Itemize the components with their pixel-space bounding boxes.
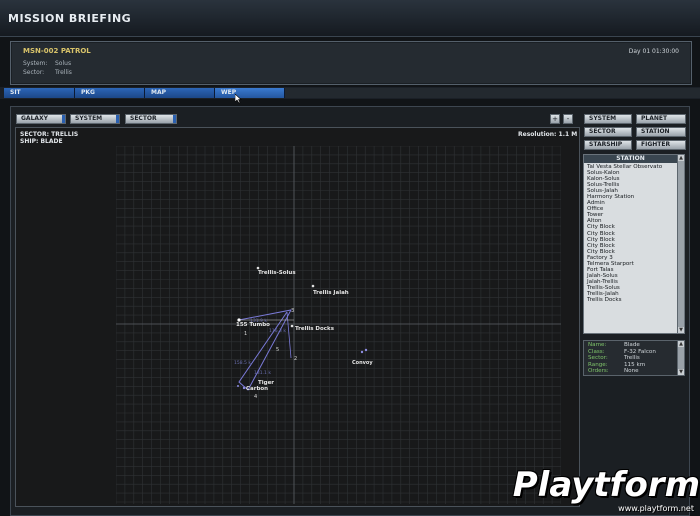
filter-system-button[interactable]: SYSTEM — [584, 114, 632, 124]
filter-sector-button[interactable]: SECTOR — [584, 127, 632, 137]
scroll-down-icon[interactable]: ▼ — [678, 369, 684, 375]
filter-system-label: SYSTEM — [589, 115, 617, 122]
system-value: Solus — [55, 60, 72, 67]
scroll-up-icon[interactable]: ▲ — [678, 341, 684, 347]
station-list[interactable]: STATION Tal Vesta Stellar Observato Solus… — [583, 154, 685, 334]
ship-sector-value: Trellis — [624, 355, 640, 361]
tab-strip: SIT PKG MAP WEP — [0, 87, 700, 104]
filter-station-label: STATION — [641, 128, 670, 135]
ship-orders-value: None — [624, 368, 639, 374]
tab-pkg[interactable]: PKG — [75, 88, 145, 98]
leg-distance-2: 116.3 k — [269, 328, 286, 334]
leg-distance-3: 158.5 k — [234, 360, 251, 366]
navpoint-label-3: 3 — [291, 308, 294, 314]
filter-station-button[interactable]: STATION — [636, 127, 686, 137]
label-carbon: Carbon — [246, 386, 268, 392]
mission-name: MSN-002 PATROL — [23, 47, 91, 55]
watermark-logo: Playtform — [512, 465, 700, 505]
system-label: System: — [23, 60, 48, 67]
ship-range-value: 115 km — [624, 361, 646, 368]
zoom-out-button[interactable]: - — [563, 114, 573, 124]
scroll-down-icon[interactable]: ▼ — [678, 327, 684, 333]
ship-info-row: Sector: Trellis — [584, 355, 684, 361]
map-resolution: Resolution: 1.1 M — [518, 131, 578, 138]
galaxy-button[interactable]: GALAXY — [16, 114, 66, 124]
label-trellis-docks: Trellis Docks — [295, 326, 335, 332]
map-ship-readout: SHIP: BLADE — [20, 138, 63, 145]
filter-planet-button[interactable]: PLANET — [636, 114, 686, 124]
ship-info-row: Range: 115 km — [584, 362, 684, 368]
station-list-items: Tal Vesta Stellar Observato Solus-Kalon Ka… — [584, 163, 677, 303]
filter-planet-label: PLANET — [641, 115, 668, 122]
filter-starship-label: STARSHIP — [589, 141, 623, 148]
ship-info-row: Name: Blade — [584, 342, 684, 348]
map-sector-readout: SECTOR: TRELLIS — [20, 131, 79, 138]
station-marker-trellis-jalah[interactable] — [311, 284, 315, 288]
galaxy-marker — [62, 115, 65, 123]
tab-strip-fill — [285, 88, 700, 98]
ship-info-row: Orders: None — [584, 368, 684, 374]
sector-value: Trellis — [55, 69, 72, 76]
label-contacts: Convoy — [352, 360, 373, 366]
contact-marker[interactable] — [237, 385, 239, 387]
window-title: MISSION BRIEFING — [8, 12, 132, 25]
tab-sit[interactable]: SIT — [4, 88, 75, 98]
leg-distance-1: 131.9 k — [250, 318, 267, 324]
sector-button[interactable]: SECTOR — [125, 114, 177, 124]
ship-range-label: Range: — [588, 361, 608, 368]
sector-label: Sector: — [23, 69, 45, 76]
ship-info-panel: Name: Blade Class: F-32 Falcon Sector: Trel… — [583, 340, 685, 376]
sector-map[interactable]: Trellis-Solus Trellis Jalah Trellis Dock… — [116, 146, 561, 504]
scroll-up-icon[interactable]: ▲ — [678, 155, 684, 161]
ship-sector-label: Sector: — [588, 355, 608, 361]
navpoint-label-1: 1 — [244, 331, 247, 337]
sector-marker — [173, 115, 176, 123]
filter-starship-button[interactable]: STARSHIP — [584, 140, 632, 150]
filter-sector-label: SECTOR — [589, 128, 616, 135]
navpoint-label-2: 2 — [294, 356, 297, 362]
map-grid — [116, 146, 561, 504]
contact-marker[interactable] — [242, 386, 246, 390]
mission-header: MSN-002 PATROL System: Solus Sector: Tre… — [10, 41, 692, 85]
station-list-scrollbar[interactable]: ▲ ▼ — [677, 155, 684, 333]
tab-map[interactable]: MAP — [145, 88, 215, 98]
ship-orders-label: Orders: — [588, 368, 609, 374]
ship-info-row: Class: F-32 Falcon — [584, 349, 684, 355]
nav-route-branch — [286, 311, 292, 359]
title-bar: MISSION BRIEFING — [0, 0, 700, 37]
system-button[interactable]: SYSTEM — [70, 114, 120, 124]
station-list-header: STATION — [584, 155, 677, 163]
filter-fighter-label: FIGHTER — [641, 141, 671, 148]
mission-clock: Day 01 01:30:00 — [628, 48, 679, 55]
sector-button-label: SECTOR — [130, 115, 157, 122]
system-marker — [116, 115, 119, 123]
ship-name-label: Name: — [588, 342, 607, 348]
ship-info-scrollbar[interactable]: ▲ ▼ — [677, 341, 684, 375]
galaxy-button-label: GALAXY — [21, 115, 49, 122]
station-marker-trellis-docks[interactable] — [290, 324, 294, 328]
label-trellis-jalah: Trellis Jalah — [313, 290, 349, 296]
contact-marker[interactable] — [360, 350, 364, 354]
zoom-in-button[interactable]: + — [550, 114, 560, 124]
ship-name-value: Blade — [624, 342, 640, 348]
navpoint-label-4: 4 — [254, 394, 257, 400]
station-marker-trellis-solus[interactable] — [256, 266, 260, 270]
tab-wep[interactable]: WEP — [215, 88, 285, 98]
filter-fighter-button[interactable]: FIGHTER — [636, 140, 686, 150]
mouse-cursor-icon — [235, 94, 242, 104]
navpoint-label-5: 5 — [276, 347, 279, 353]
contact-marker[interactable] — [364, 348, 368, 352]
leg-distance-4: 131.1 k — [254, 370, 271, 376]
ship-class-value: F-32 Falcon — [624, 348, 656, 355]
watermark-url: www.playtform.net — [618, 504, 694, 513]
station-list-item[interactable]: Trellis Docks — [584, 297, 677, 303]
system-button-label: SYSTEM — [75, 115, 103, 122]
label-trellis-solus: Trellis-Solus — [258, 270, 296, 276]
ship-class-label: Class: — [588, 348, 605, 355]
